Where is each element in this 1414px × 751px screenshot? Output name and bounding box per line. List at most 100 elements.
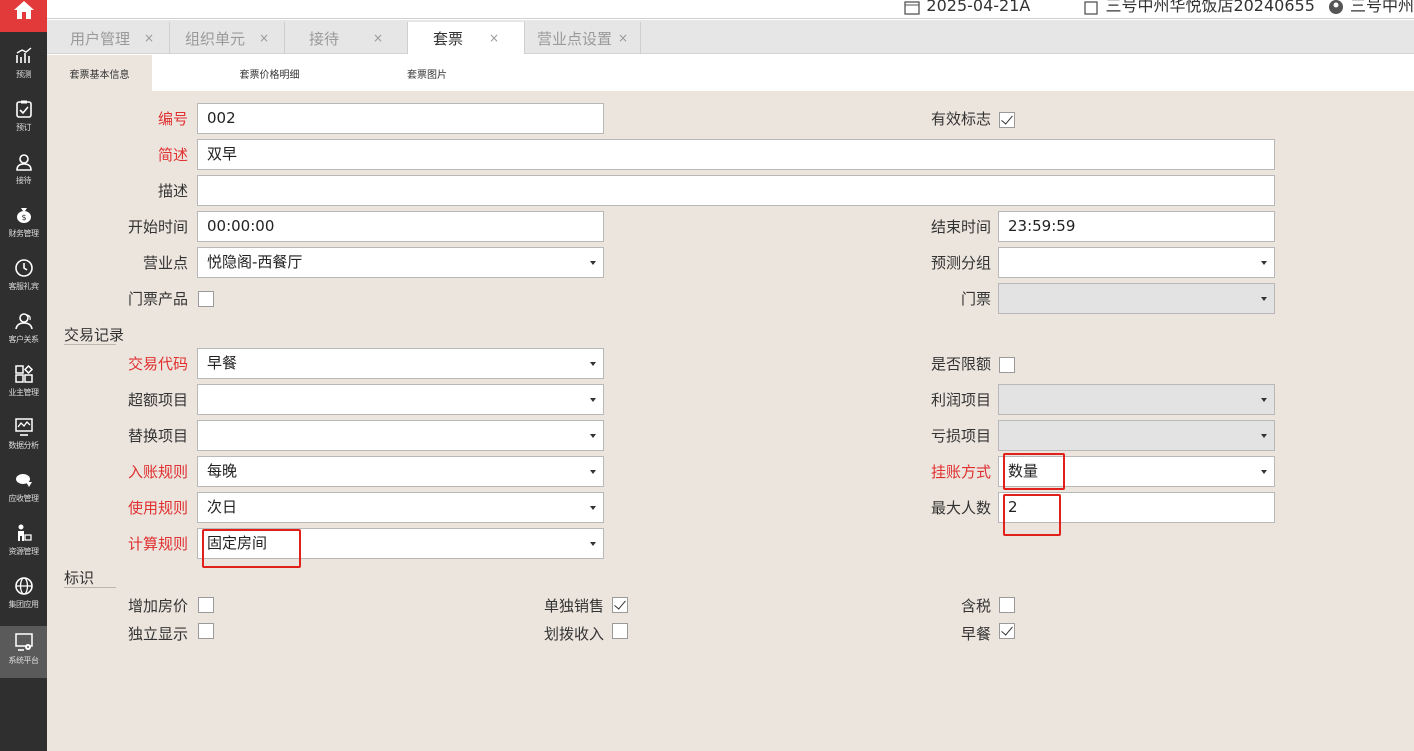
sub-tab-bar: 套票基本信息 套票价格明细 套票图片 (47, 55, 1414, 91)
tab-user-management[interactable]: 用户管理 × (55, 22, 170, 54)
subtab-price-detail[interactable]: 套票价格明细 (212, 55, 327, 91)
code-input[interactable]: 002 (197, 103, 604, 134)
nav-label: 预测 (16, 70, 32, 79)
calc-rule-highlight (202, 529, 301, 568)
nav-item-crm[interactable]: 客户关系 (0, 305, 47, 357)
nav-item-analytics[interactable]: 数据分析 (0, 411, 47, 463)
desc-input[interactable] (197, 175, 1275, 206)
close-icon[interactable]: × (489, 31, 499, 45)
allocated-income-label: 划拨收入 (543, 625, 604, 643)
valid-flag-checkbox[interactable] (999, 112, 1015, 128)
chevron-down-icon (590, 506, 596, 510)
trans-code-label: 交易代码 (127, 355, 188, 373)
post-rule-select[interactable]: 每晚 (197, 456, 604, 487)
add-room-price-checkbox[interactable] (198, 597, 214, 613)
replace-item-label: 替换项目 (127, 427, 188, 445)
chevron-down-icon (1261, 297, 1267, 301)
nav-label: 客服礼宾 (8, 282, 40, 291)
calc-rule-label: 计算规则 (127, 535, 188, 553)
users-icon (14, 313, 33, 330)
outlet-value: 悦隐阁-西餐厅 (207, 253, 303, 271)
nav-item-system[interactable]: 系统平台 (0, 626, 47, 678)
package-form: 编号 002 有效标志 简述 双早 描述 开始时间 00:00:00 结束时间 … (47, 91, 1414, 751)
post-rule-value: 每晚 (207, 462, 238, 480)
nav-item-receivable[interactable]: 应收管理 (0, 464, 47, 516)
building-icon (1084, 0, 1099, 15)
tax-included-checkbox[interactable] (999, 597, 1015, 613)
nav-label: 应收管理 (8, 494, 40, 503)
start-time-input[interactable]: 00:00:00 (197, 211, 604, 242)
chevron-down-icon (1261, 261, 1267, 265)
trans-code-select[interactable]: 早餐 (197, 348, 604, 379)
code-label: 编号 (157, 110, 188, 128)
loss-item-label: 亏损项目 (930, 427, 991, 445)
chevron-down-icon (590, 362, 596, 366)
nav-item-finance[interactable]: $ 财务管理 (0, 199, 47, 251)
tab-label: 接待 (308, 29, 339, 48)
outlet-select[interactable]: 悦隐阁-西餐厅 (197, 247, 604, 278)
over-item-select[interactable] (197, 384, 604, 415)
home-button[interactable] (0, 0, 47, 32)
charge-method-highlight (1003, 453, 1065, 490)
section-divider (64, 344, 116, 345)
tab-org-unit[interactable]: 组织单元 × (170, 22, 285, 54)
chevron-down-icon (1261, 470, 1267, 474)
nav-item-concierge[interactable]: 客服礼宾 (0, 252, 47, 304)
close-icon[interactable]: × (618, 31, 628, 45)
top-info: 2025-04-21A 三号中州华悦饭店20240655 三号中州 (856, 0, 1414, 16)
brief-input[interactable]: 双早 (197, 139, 1275, 170)
nav-item-group[interactable]: 集团应用 (0, 570, 47, 622)
subtab-basic-info[interactable]: 套票基本信息 (47, 55, 152, 91)
tab-package[interactable]: 套票 × (408, 22, 525, 54)
tab-label: 套票 (432, 29, 463, 48)
add-room-price-label: 增加房价 (127, 597, 188, 615)
left-nav-sidebar: 预测 预订 接待 $ 财务管理 客服礼宾 客户关系 业主管理 数据分析 应收管理… (0, 0, 47, 751)
close-icon[interactable]: × (373, 31, 383, 45)
nav-item-booking[interactable]: 预订 (0, 93, 47, 145)
user-info[interactable]: 三号中州 (1328, 0, 1414, 16)
receivable-icon (15, 474, 32, 487)
ticket-label: 门票 (960, 290, 991, 308)
use-rule-select[interactable]: 次日 (197, 492, 604, 523)
subtab-images[interactable]: 套票图片 (387, 55, 467, 91)
ticket-product-label: 门票产品 (127, 290, 188, 308)
max-persons-highlight (1003, 494, 1061, 536)
sold-separately-label: 单独销售 (543, 597, 604, 615)
nav-label: 系统平台 (8, 656, 40, 665)
loss-item-select[interactable] (998, 420, 1275, 451)
clipboard-check-icon (15, 100, 32, 118)
breakfast-checkbox[interactable] (999, 623, 1015, 639)
nav-item-resources[interactable]: 资源管理 (0, 517, 47, 569)
forecast-group-select[interactable] (998, 247, 1275, 278)
chevron-down-icon (590, 261, 596, 265)
display-separately-label: 独立显示 (127, 625, 188, 643)
forecast-group-label: 预测分组 (930, 254, 991, 272)
nav-item-owner[interactable]: 业主管理 (0, 358, 47, 410)
hotel-info[interactable]: 三号中州华悦饭店20240655 (1083, 0, 1315, 16)
nav-item-forecast[interactable]: 预测 (0, 40, 47, 92)
replace-item-select[interactable] (197, 420, 604, 451)
max-persons-label: 最大人数 (930, 499, 991, 517)
nav-item-reception[interactable]: 接待 (0, 146, 47, 198)
close-icon[interactable]: × (144, 31, 154, 45)
chevron-down-icon (1261, 398, 1267, 402)
end-time-input[interactable]: 23:59:59 (998, 211, 1275, 242)
flags-section-title: 标识 (64, 569, 95, 587)
brief-label: 简述 (157, 146, 188, 164)
end-time-label: 结束时间 (930, 218, 991, 236)
main-tab-bar: 用户管理 × 组织单元 × 接待 × 套票 × 营业点设置 × (47, 20, 1414, 54)
profit-item-select[interactable] (998, 384, 1275, 415)
tab-reception[interactable]: 接待 × (285, 22, 408, 54)
sold-separately-checkbox[interactable] (612, 597, 628, 613)
ticket-select[interactable] (998, 283, 1275, 314)
display-separately-checkbox[interactable] (198, 623, 214, 639)
allocated-income-checkbox[interactable] (612, 623, 628, 639)
business-date: 2025-04-21A (904, 0, 1030, 15)
tab-outlet-settings[interactable]: 营业点设置 × (525, 22, 641, 54)
close-icon[interactable]: × (259, 31, 269, 45)
transaction-section-title: 交易记录 (64, 326, 125, 344)
tab-label: 用户管理 (69, 29, 130, 48)
ticket-product-checkbox[interactable] (198, 291, 214, 307)
limit-checkbox[interactable] (999, 357, 1015, 373)
calendar-icon (904, 0, 921, 15)
